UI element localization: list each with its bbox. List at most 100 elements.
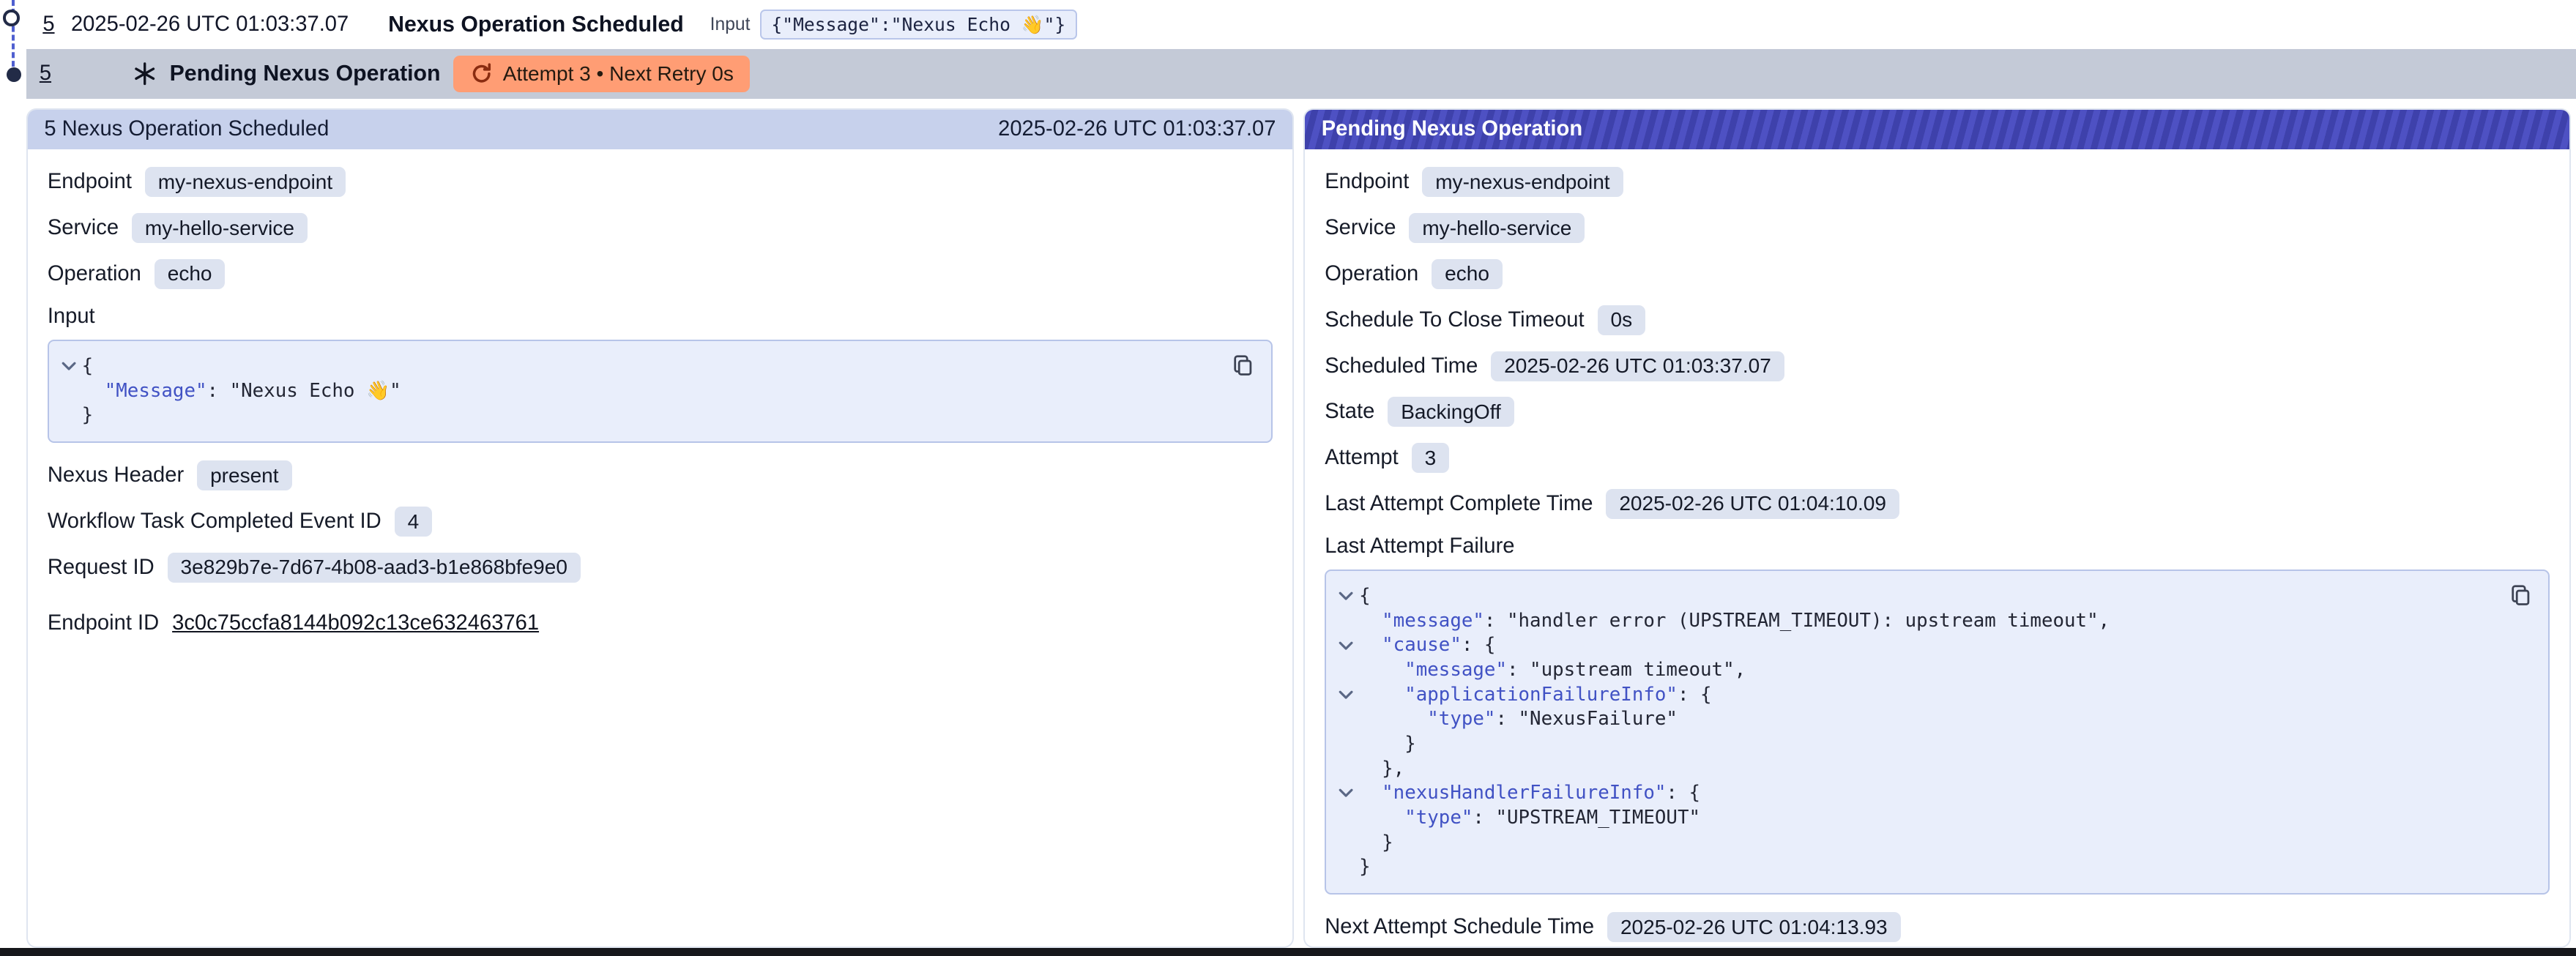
code-line: } (56, 403, 1216, 428)
code-text: "Message": "Nexus Echo 👋" (82, 379, 401, 404)
pending-panel-header: Pending Nexus Operation (1305, 110, 2569, 149)
copy-json-button[interactable] (1229, 351, 1258, 381)
event-title: Nexus Operation Scheduled (388, 12, 684, 37)
field-last-attempt-complete-time: Last Attempt Complete Time 2025-02-26 UT… (1325, 481, 2550, 527)
event-timestamp: 2025-02-26 UTC 01:03:37.07 (71, 12, 349, 37)
code-text: "message": "upstream timeout", (1359, 658, 1746, 683)
code-line: "Message": "Nexus Echo 👋" (56, 379, 1216, 404)
collapse-chevron-icon[interactable] (1333, 584, 1359, 609)
event-row-nexus-operation-scheduled[interactable]: 5 2025-02-26 UTC 01:03:37.07 Nexus Opera… (26, 0, 2576, 49)
bottom-divider-bar (0, 948, 2576, 956)
copy-json-button[interactable] (2506, 581, 2535, 610)
gutter-spacer (1333, 831, 1359, 856)
field-scheduled-time: Scheduled Time 2025-02-26 UTC 01:03:37.0… (1325, 343, 2550, 389)
panel-title: 5 Nexus Operation Scheduled (44, 117, 329, 141)
gutter-spacer (1333, 757, 1359, 782)
failure-json-block: { "message": "handler error (UPSTREAM_TI… (1325, 570, 2550, 895)
gutter-spacer (1333, 732, 1359, 757)
field-attempt: Attempt 3 (1325, 435, 2550, 481)
code-line: "applicationFailureInfo": { (1333, 683, 2493, 708)
field-label: Operation (48, 262, 141, 286)
field-value-chip: BackingOff (1388, 397, 1514, 427)
field-value-chip: my-hello-service (1409, 213, 1585, 243)
field-operation: Operation echo (48, 251, 1273, 297)
code-text: "type": "NexusFailure" (1359, 707, 1678, 732)
code-text: }, (1359, 757, 1404, 782)
panel-timestamp: 2025-02-26 UTC 01:03:37.07 (998, 117, 1276, 141)
gutter-spacer (1333, 658, 1359, 683)
event-row-pending-nexus-operation[interactable]: 5 Pending Nexus Operation Attempt 3 • Ne… (26, 49, 2576, 98)
field-endpoint-id: Endpoint ID 3c0c75ccfa8144b092c13ce63246… (48, 600, 1273, 646)
code-text: "nexusHandlerFailureInfo": { (1359, 781, 1700, 806)
input-inline-value: {"Message":"Nexus Echo 👋"} (760, 10, 1077, 40)
nexus-asterisk-icon (133, 62, 156, 85)
code-line: "message": "handler error (UPSTREAM_TIME… (1333, 609, 2493, 634)
field-label: Nexus Header (48, 463, 184, 488)
gutter-spacer (1333, 609, 1359, 634)
gutter-spacer (56, 403, 82, 428)
field-label: Service (1325, 216, 1396, 240)
endpoint-id-link[interactable]: 3c0c75ccfa8144b092c13ce632463761 (172, 611, 539, 635)
code-line: { (56, 354, 1216, 379)
timeline-dot-icon (7, 67, 21, 82)
code-line: "nexusHandlerFailureInfo": { (1333, 781, 2493, 806)
code-text: { (82, 354, 94, 379)
field-next-attempt-schedule-time: Next Attempt Schedule Time 2025-02-26 UT… (1325, 904, 2550, 947)
code-text: "message": "handler error (UPSTREAM_TIME… (1359, 609, 2110, 634)
field-label: Scheduled Time (1325, 354, 1478, 378)
field-value-chip: 3e829b7e-7d67-4b08-aad3-b1e868bfe9e0 (168, 553, 581, 583)
collapse-chevron-icon[interactable] (1333, 781, 1359, 806)
collapse-chevron-icon[interactable] (1333, 683, 1359, 708)
code-text: } (82, 403, 94, 428)
field-label: Next Attempt Schedule Time (1325, 915, 1594, 939)
gutter-spacer (56, 379, 82, 404)
field-label: Attempt (1325, 446, 1398, 470)
field-value-chip: 3 (1412, 443, 1449, 473)
field-value-chip: my-nexus-endpoint (145, 167, 346, 197)
code-line: } (1333, 732, 2493, 757)
field-label: Endpoint (1325, 170, 1409, 194)
field-endpoint: Endpoint my-nexus-endpoint (48, 159, 1273, 205)
code-text: "applicationFailureInfo": { (1359, 683, 1711, 708)
event-timeline-rail (0, 0, 26, 956)
field-label: Endpoint ID (48, 611, 159, 635)
timeline-circle-icon (3, 10, 19, 26)
temporal-event-history: 5 2025-02-26 UTC 01:03:37.07 Nexus Opera… (0, 0, 2576, 956)
field-value-chip: echo (155, 259, 226, 289)
code-text: { (1359, 584, 1371, 609)
retry-icon (470, 62, 493, 85)
code-line: "cause": { (1333, 633, 2493, 658)
code-text: "cause": { (1359, 633, 1495, 658)
field-value-chip: echo (1432, 259, 1503, 289)
field-service: Service my-hello-service (1325, 205, 2550, 251)
field-label: Schedule To Close Timeout (1325, 308, 1584, 332)
code-line: } (1333, 831, 2493, 856)
retry-badge: Attempt 3 • Next Retry 0s (453, 56, 750, 92)
event-id-link[interactable]: 5 (42, 12, 54, 37)
code-line: "type": "UPSTREAM_TIMEOUT" (1333, 806, 2493, 831)
field-state: State BackingOff (1325, 389, 2550, 435)
field-value-chip: 2025-02-26 UTC 01:03:37.07 (1491, 351, 1784, 381)
code-text: } (1359, 855, 1371, 880)
code-line: } (1333, 855, 2493, 880)
field-label: Last Attempt Complete Time (1325, 492, 1593, 516)
field-label: Operation (1325, 262, 1418, 286)
scheduled-panel-header: 5 Nexus Operation Scheduled 2025-02-26 U… (28, 110, 1292, 149)
field-label: Request ID (48, 556, 155, 580)
field-value-chip: 4 (395, 507, 432, 537)
scheduled-event-panel: 5 Nexus Operation Scheduled 2025-02-26 U… (26, 108, 1294, 948)
field-value-chip: 2025-02-26 UTC 01:04:10.09 (1606, 489, 1899, 519)
field-label: Workflow Task Completed Event ID (48, 509, 381, 534)
code-text: } (1359, 831, 1393, 856)
scheduled-panel-body: Endpoint my-nexus-endpoint Service my-he… (28, 149, 1292, 946)
event-id-link[interactable]: 5 (40, 61, 51, 86)
field-operation: Operation echo (1325, 251, 2550, 297)
code-line: }, (1333, 757, 2493, 782)
field-label: State (1325, 400, 1374, 424)
code-line: "type": "NexusFailure" (1333, 707, 2493, 732)
collapse-chevron-icon[interactable] (1333, 633, 1359, 658)
field-value-chip: 0s (1598, 305, 1645, 335)
retry-badge-label: Attempt 3 • Next Retry 0s (503, 62, 734, 86)
collapse-chevron-icon[interactable] (56, 354, 82, 379)
copy-icon (1232, 354, 1254, 377)
